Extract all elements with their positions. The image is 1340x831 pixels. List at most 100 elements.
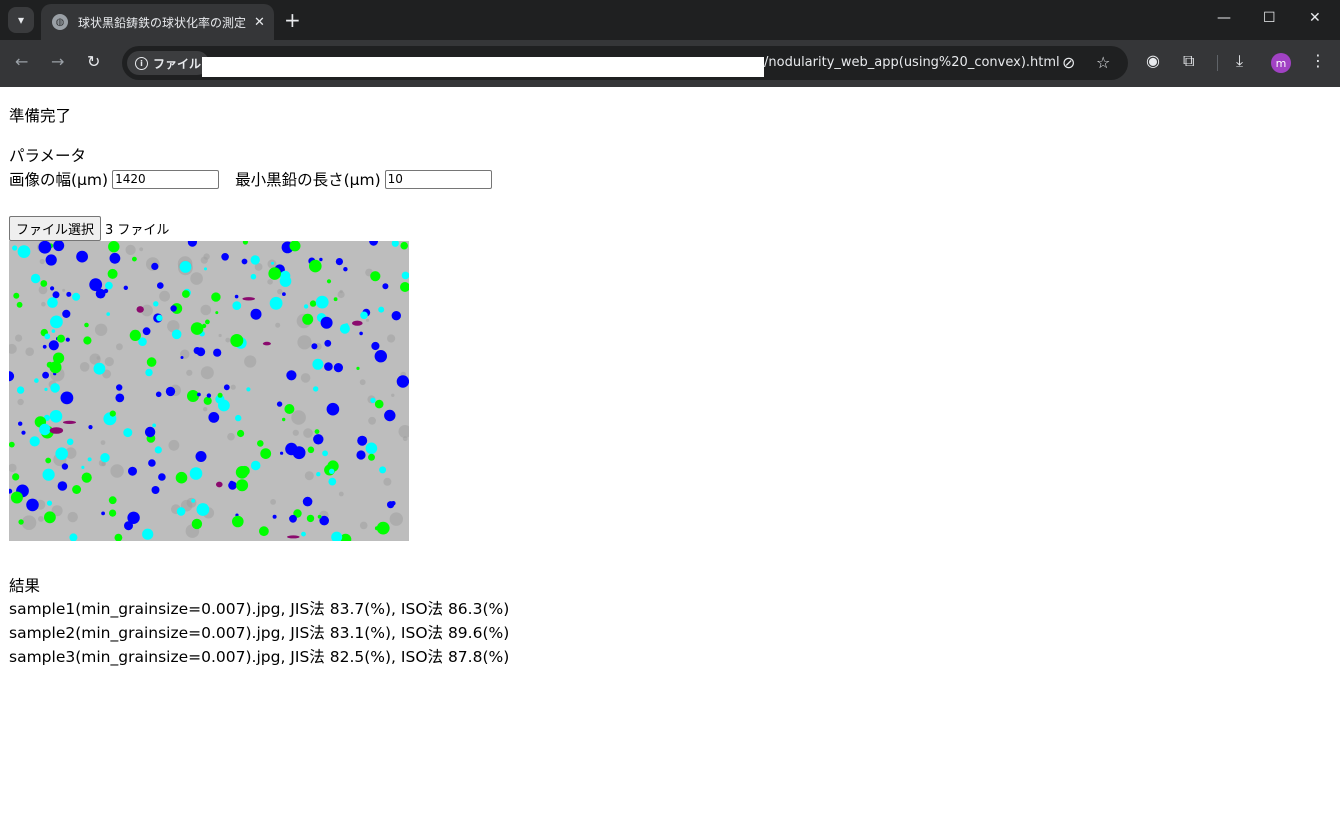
file-picker: ファイル選択 3 ファイル xyxy=(9,216,169,241)
graphite-nodule xyxy=(235,414,242,422)
graphite-nodule xyxy=(306,514,315,523)
matrix-speck xyxy=(15,334,23,342)
chrome-extension-icon[interactable]: ◉ xyxy=(1146,51,1160,70)
graphite-nodule xyxy=(10,491,23,504)
matrix-speck xyxy=(159,290,171,302)
min-graphite-input[interactable] xyxy=(384,169,492,189)
graphite-nodule xyxy=(197,392,201,397)
graphite-nodule xyxy=(335,258,343,266)
graphite-nodule xyxy=(271,261,274,265)
graphite-nodule xyxy=(123,285,128,290)
graphite-nodule xyxy=(302,496,313,507)
matrix-speck xyxy=(100,440,106,445)
results-list: sample1(min_grainsize=0.007).jpg, JIS法 8… xyxy=(9,597,509,669)
matrix-speck xyxy=(190,272,203,285)
graphite-nodule xyxy=(193,347,201,355)
graphite-nodule xyxy=(154,446,162,454)
graphite-nodule xyxy=(359,331,363,336)
image-width-label: 画像の幅(μm) xyxy=(9,171,109,189)
matrix-speck xyxy=(41,301,46,307)
bookmark-star-icon[interactable]: ☆ xyxy=(1096,53,1110,72)
image-width-input[interactable] xyxy=(112,169,220,189)
matrix-speck xyxy=(200,304,212,316)
graphite-nodule xyxy=(357,435,368,446)
graphite-nodule xyxy=(39,423,51,436)
matrix-speck xyxy=(116,343,123,351)
graphite-nodule xyxy=(16,386,25,394)
visibility-off-icon[interactable]: ⊘ xyxy=(1062,53,1075,72)
graphite-nodule xyxy=(128,466,137,476)
graphite-nodule xyxy=(21,430,26,435)
graphite-nodule xyxy=(145,368,153,377)
extensions-puzzle-icon[interactable]: ⧉ xyxy=(1183,51,1194,71)
result-row: sample1(min_grainsize=0.007).jpg, JIS法 8… xyxy=(9,600,510,618)
close-tab-icon[interactable]: ✕ xyxy=(254,15,265,30)
irregular-graphite xyxy=(287,535,300,539)
matrix-speck xyxy=(79,362,90,372)
graphite-nodule xyxy=(280,451,284,455)
site-info-chip[interactable]: i ファイル xyxy=(127,51,210,75)
matrix-speck xyxy=(270,499,276,505)
graphite-nodule xyxy=(115,393,125,403)
graphite-nodule xyxy=(343,267,348,272)
graphite-nodule xyxy=(206,393,212,398)
graphite-nodule xyxy=(52,291,60,299)
address-bar[interactable]: i ファイル /nodularity_web_app(using%20_conv… xyxy=(122,46,1128,80)
graphite-nodule xyxy=(286,370,297,381)
graphite-nodule xyxy=(328,477,337,486)
profile-avatar[interactable]: m xyxy=(1271,53,1291,73)
graphite-nodule xyxy=(324,362,333,371)
graphite-nodule xyxy=(272,514,277,519)
graphite-nodule xyxy=(370,271,381,282)
graphite-nodule xyxy=(13,292,20,299)
graphite-nodule xyxy=(153,301,159,307)
irregular-graphite xyxy=(262,341,271,346)
chevron-down-icon: ▾ xyxy=(17,13,25,27)
graphite-nodule xyxy=(50,383,60,393)
forward-arrow-icon[interactable]: → xyxy=(51,52,64,71)
graphite-nodule xyxy=(316,472,321,477)
maximize-button[interactable]: ☐ xyxy=(1263,10,1276,26)
result-row: sample2(min_grainsize=0.007).jpg, JIS法 8… xyxy=(9,624,510,642)
graphite-nodule xyxy=(46,500,53,506)
graphite-nodule xyxy=(44,511,56,524)
graphite-nodule xyxy=(66,291,72,297)
minimize-button[interactable]: — xyxy=(1217,10,1231,26)
graphite-nodule xyxy=(213,348,222,357)
graphite-nodule xyxy=(373,447,377,452)
graphite-nodule xyxy=(144,426,156,438)
graphite-nodule xyxy=(292,446,306,460)
browser-tab[interactable]: ◍ 球状黒鉛鋳鉄の球状化率の測定 ✕ xyxy=(41,4,274,40)
graphite-nodule xyxy=(108,241,120,253)
more-menu-icon[interactable]: ⋮ xyxy=(1310,51,1326,70)
graphite-nodule xyxy=(109,509,117,517)
graphite-nodule xyxy=(81,465,85,469)
graphite-nodule xyxy=(175,471,188,484)
graphite-nodule xyxy=(320,316,333,329)
graphite-nodule xyxy=(182,290,190,298)
reload-icon[interactable]: ↻ xyxy=(87,52,100,71)
graphite-nodule xyxy=(370,397,376,404)
graphite-nodule xyxy=(156,314,163,322)
close-window-button[interactable]: ✕ xyxy=(1309,10,1321,26)
back-arrow-icon[interactable]: ← xyxy=(15,52,28,71)
graphite-nodule xyxy=(84,322,89,328)
matrix-speck xyxy=(277,288,283,295)
graphite-nodule xyxy=(376,521,390,535)
matrix-speck xyxy=(203,407,208,412)
graphite-nodule xyxy=(171,329,182,340)
graphite-nodule xyxy=(230,334,244,347)
tab-search-button[interactable]: ▾ xyxy=(8,7,34,33)
download-icon[interactable]: ⤓ xyxy=(1236,51,1243,71)
graphite-nodule xyxy=(50,286,55,291)
graphite-nodule xyxy=(44,387,48,391)
irregular-graphite xyxy=(216,481,223,488)
matrix-speck xyxy=(359,379,366,386)
graphite-nodule xyxy=(34,378,39,383)
file-select-button[interactable]: ファイル選択 xyxy=(9,216,102,241)
graphite-nodule xyxy=(204,267,207,271)
matrix-speck xyxy=(225,337,231,343)
graphite-nodule xyxy=(142,327,151,336)
graphite-nodule xyxy=(309,259,322,273)
new-tab-button[interactable]: + xyxy=(284,8,301,32)
